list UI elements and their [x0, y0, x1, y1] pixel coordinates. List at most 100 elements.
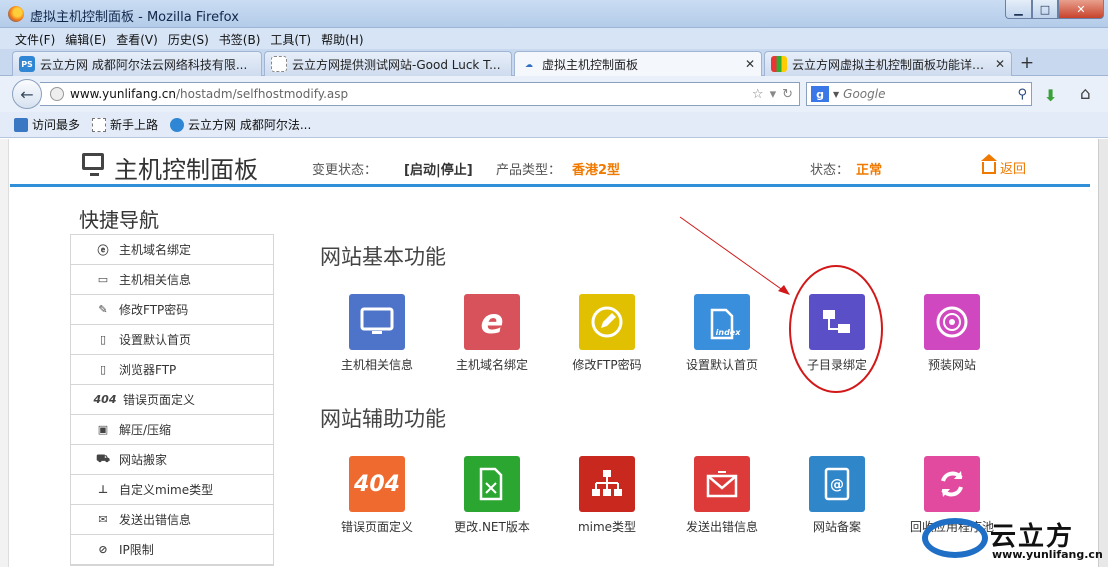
- tile-mime-types[interactable]: mime类型: [552, 456, 662, 535]
- tile-site-filing[interactable]: @ 网站备案: [782, 456, 892, 535]
- nav-item-domain-binding[interactable]: ⓔ 主机域名绑定: [71, 235, 273, 265]
- menu-tools[interactable]: 工具(T): [265, 28, 316, 49]
- envelope-icon: [694, 456, 750, 512]
- tile-error-pages[interactable]: 404 错误页面定义: [322, 456, 432, 535]
- tile-label: 主机相关信息: [340, 358, 413, 372]
- bookmark-most-visited[interactable]: 访问最多: [14, 116, 80, 133]
- tile-label: 设置默认首页: [685, 358, 758, 372]
- annotation-arrow: [679, 216, 785, 292]
- document-icon: ▯: [99, 333, 107, 346]
- maximize-button[interactable]: □: [1032, 0, 1058, 19]
- menu-edit[interactable]: 编辑(E): [60, 28, 111, 49]
- back-label: 返回: [1000, 162, 1027, 177]
- navigation-bar: www.yunlifang.cn /hostadm/selfhostmodify…: [0, 76, 1108, 112]
- nav-item-error-mail[interactable]: ✉ 发送出错信息: [71, 505, 273, 535]
- tile-label: 错误页面定义: [340, 520, 413, 534]
- tile-domain-binding[interactable]: e 主机域名绑定: [437, 294, 547, 373]
- blank-page-icon: [92, 117, 107, 132]
- globe-icon: [50, 87, 64, 101]
- new-tab-button[interactable]: +: [1015, 53, 1039, 75]
- blank-page-icon: [271, 56, 287, 72]
- no-sign-icon: ⊘: [98, 543, 108, 556]
- search-icon[interactable]: ⚲: [1017, 87, 1027, 102]
- page-content: 主机控制面板 变更状态： [启动|停止] 产品类型： 香港2型 状态： 正常 返…: [0, 139, 1108, 567]
- search-input[interactable]: [843, 87, 1018, 101]
- nav-item-ftp-password[interactable]: ✎ 修改FTP密码: [71, 295, 273, 325]
- basic-functions-title: 网站基本功能: [320, 245, 446, 269]
- ie-logo-icon: ⓔ: [97, 243, 109, 257]
- nav-item-site-move[interactable]: ⛟ 网站搬家: [71, 445, 273, 475]
- truck-icon: ⛟: [96, 452, 110, 465]
- control-panel-header: 主机控制面板 变更状态： [启动|停止] 产品类型： 香港2型 状态： 正常 返…: [10, 139, 1090, 187]
- watermark-url: www.yunlifang.cn: [992, 548, 1103, 561]
- bookmark-label: 云立方网 成都阿尔法...: [188, 118, 312, 132]
- close-tab-icon[interactable]: ✕: [995, 57, 1005, 71]
- tab-yunlifang-home[interactable]: PS 云立方网 成都阿尔法云网络科技有限...: [12, 51, 262, 76]
- menu-view[interactable]: 查看(V): [111, 28, 163, 49]
- page-title: 主机控制面板: [114, 156, 258, 184]
- start-stop-toggle[interactable]: [启动|停止]: [404, 159, 473, 178]
- pencil-circle-icon: [579, 294, 635, 350]
- search-box[interactable]: g ▼ ⚲: [806, 82, 1032, 106]
- svg-text:@: @: [830, 477, 844, 493]
- nav-item-browser-ftp[interactable]: ▯ 浏览器FTP: [71, 355, 273, 385]
- close-window-button[interactable]: ✕: [1058, 0, 1104, 19]
- dropdown-arrow-icon[interactable]: ▾: [770, 87, 777, 102]
- home-icon[interactable]: ⌂: [1080, 84, 1091, 104]
- tab-control-panel[interactable]: ☁ 虚拟主机控制面板 ✕: [514, 51, 762, 76]
- bookmark-label: 访问最多: [32, 118, 81, 132]
- tile-default-page[interactable]: index 设置默认首页: [667, 294, 777, 373]
- document-icon: ▯: [99, 363, 107, 376]
- nav-item-default-page[interactable]: ▯ 设置默认首页: [71, 325, 273, 355]
- bookmark-yunlifang[interactable]: 云立方网 成都阿尔法...: [170, 116, 311, 133]
- index-label: index: [715, 327, 741, 337]
- menu-help[interactable]: 帮助(H): [316, 28, 368, 49]
- menu-file[interactable]: 文件(F): [10, 28, 60, 49]
- tab-label: 云立方网提供测试网站-Good Luck T...: [292, 57, 501, 72]
- tile-preinstalled-site[interactable]: 预装网站: [897, 294, 1007, 373]
- most-visited-icon: [14, 117, 28, 132]
- nav-item-host-info[interactable]: ▭ 主机相关信息: [71, 265, 273, 295]
- tile-label: 更改.NET版本: [454, 520, 530, 534]
- infinity-logo-icon: [922, 518, 988, 558]
- sitemap-icon: ⊥: [97, 483, 109, 496]
- tab-test-site[interactable]: 云立方网提供测试网站-Good Luck T...: [264, 51, 512, 76]
- google-logo-icon: g: [811, 86, 829, 102]
- bookmark-star-icon[interactable]: ☆: [752, 87, 764, 102]
- monitor-icon: [349, 294, 405, 350]
- back-arrow-icon: ←: [20, 84, 34, 104]
- product-type-label: 产品类型：: [496, 163, 562, 178]
- tile-dotnet-version[interactable]: 更改.NET版本: [437, 456, 547, 535]
- disc-icon: [924, 294, 980, 350]
- minimize-button[interactable]: ▁: [1005, 0, 1032, 19]
- chevron-down-icon[interactable]: ▼: [833, 90, 839, 99]
- tile-ftp-password[interactable]: 修改FTP密码: [552, 294, 662, 373]
- envelope-icon: ✉: [98, 513, 108, 526]
- nav-item-error-pages[interactable]: 404 错误页面定义: [71, 385, 273, 415]
- nav-item-ip-limit[interactable]: ⊘ IP限制: [71, 535, 273, 565]
- nav-item-mime[interactable]: ⊥ 自定义mime类型: [71, 475, 273, 505]
- vertical-scrollbar[interactable]: [1098, 139, 1108, 567]
- close-tab-icon[interactable]: ✕: [745, 57, 755, 71]
- download-arrow-icon[interactable]: ⬇: [1044, 86, 1057, 105]
- ps-favicon-icon: PS: [19, 56, 35, 72]
- address-book-icon: @: [809, 456, 865, 512]
- reload-icon[interactable]: ↻: [782, 87, 793, 102]
- nav-item-archive[interactable]: ▣ 解压/压缩: [71, 415, 273, 445]
- menu-bookmarks[interactable]: 书签(B): [214, 28, 266, 49]
- nav-item-label: 解压/压缩: [119, 423, 172, 437]
- tab-label: 云立方网虚拟主机控制面板功能详解...: [792, 57, 989, 72]
- firefox-logo-icon: [8, 6, 24, 22]
- tile-error-mail[interactable]: 发送出错信息: [667, 456, 777, 535]
- address-bar[interactable]: www.yunlifang.cn /hostadm/selfhostmodify…: [40, 82, 800, 106]
- bookmark-getting-started[interactable]: 新手上路: [92, 116, 158, 133]
- tile-host-info[interactable]: 主机相关信息: [322, 294, 432, 373]
- back-button[interactable]: ←: [12, 79, 42, 109]
- back-link[interactable]: 返回: [981, 153, 1027, 177]
- tile-label: 主机域名绑定: [455, 358, 528, 372]
- nav-item-label: 错误页面定义: [123, 393, 196, 407]
- tab-control-panel-guide[interactable]: 云立方网虚拟主机控制面板功能详解... ✕: [764, 51, 1012, 76]
- change-status-label: 变更状态：: [312, 163, 378, 178]
- tile-subdirectory-binding[interactable]: 子目录绑定: [782, 294, 892, 373]
- menu-history[interactable]: 历史(S): [163, 28, 214, 49]
